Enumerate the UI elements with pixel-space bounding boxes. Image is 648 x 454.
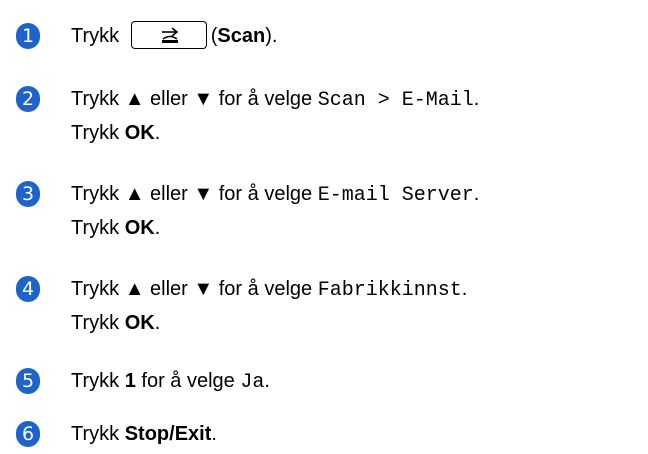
step-text-part: Trykk ▲ eller ▼ for å velge (71, 278, 318, 300)
step-text-part: for å velge (135, 370, 241, 392)
step-text-part: Trykk (71, 25, 125, 47)
step-number-badge: 5 (16, 368, 40, 394)
key-label: OK (124, 217, 155, 239)
scan-key-icon (130, 20, 207, 49)
step-text-part: . (461, 278, 468, 300)
scan-label: Scan (217, 25, 266, 47)
step-text: Trykk Stop/Exit. (71, 418, 217, 451)
step-line: Trykk ▲ eller ▼ for å velge Fabrikkinnst… (71, 273, 467, 307)
step-text: Trykk ▲ eller ▼ for å velge E-mail Serve… (71, 178, 479, 245)
step-text-part: . (154, 122, 161, 144)
step-text-part: Trykk (71, 217, 125, 239)
key-label: Stop/Exit (124, 423, 212, 445)
step-text-part: Trykk (71, 312, 125, 334)
step-number-badge: 1 (16, 23, 40, 49)
menu-option: Fabrikkinnst (317, 279, 462, 302)
step-text: Trykk ▲ eller ▼ for å velge Scan > E-Mai… (71, 83, 479, 150)
step-text: Trykk ▲ eller ▼ for å velge Fabrikkinnst… (71, 273, 467, 340)
step-text-part: Trykk ▲ eller ▼ for å velge (71, 88, 318, 110)
step-text: Trykk 1 for å velge Ja. (71, 365, 270, 399)
step-text-part: . (211, 423, 217, 445)
step-text-part: Trykk (71, 423, 125, 445)
step-line: Trykk OK. (71, 117, 479, 150)
menu-option: E-mail Server (317, 184, 474, 207)
key-label: OK (124, 122, 155, 144)
step-text-part: . (154, 312, 161, 334)
step-text-part: . (473, 88, 480, 110)
step-text-part: ). (265, 25, 278, 47)
step-number-badge: 6 (16, 421, 40, 447)
step-text: Trykk (Scan). (71, 20, 277, 53)
step-line: Trykk OK. (71, 212, 479, 245)
step-number-badge: 2 (16, 86, 40, 112)
step-number-badge: 3 (16, 181, 40, 207)
step-text-part: Trykk (71, 122, 125, 144)
step-text-part: . (154, 217, 161, 239)
step-line: Trykk OK. (71, 307, 467, 340)
menu-option: Ja (240, 371, 265, 394)
step-text-part: . (473, 183, 480, 205)
step-text-part: Trykk (71, 370, 125, 392)
step-text-part: Trykk ▲ eller ▼ for å velge (71, 183, 318, 205)
key-label: OK (124, 312, 155, 334)
step-line: Trykk ▲ eller ▼ for å velge Scan > E-Mai… (71, 83, 479, 117)
key-label: 1 (124, 370, 136, 392)
step-line: Trykk ▲ eller ▼ for å velge E-mail Serve… (71, 178, 479, 212)
step-number-badge: 4 (16, 276, 40, 302)
menu-path: Scan > E-Mail (317, 89, 474, 112)
step-text-part: . (264, 370, 270, 392)
